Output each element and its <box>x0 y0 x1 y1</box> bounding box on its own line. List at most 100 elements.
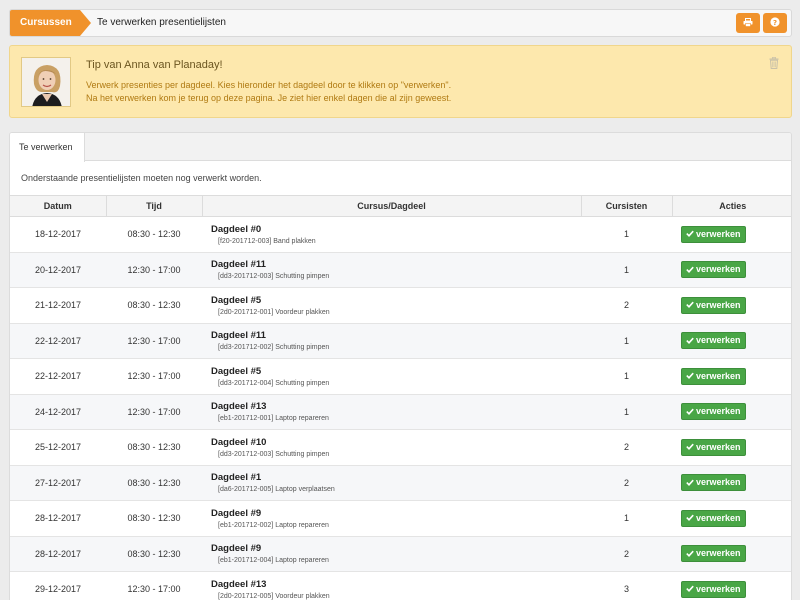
print-icon <box>743 17 753 27</box>
tab-te-verwerken[interactable]: Te verwerken <box>10 133 85 162</box>
cell-acties: verwerken <box>672 429 791 466</box>
cell-tijd: 12:30 - 17:00 <box>106 358 202 395</box>
verwerken-button[interactable]: verwerken <box>681 225 746 243</box>
cell-cursus-dagdeel: Dagdeel #11 [dd3-201712-003] Schutting pi… <box>202 252 581 288</box>
cell-datum: 29-12-2017 <box>10 571 106 600</box>
verwerken-button[interactable]: verwerken <box>681 261 746 279</box>
verwerken-button[interactable]: verwerken <box>681 438 746 456</box>
cell-tijd: 12:30 - 17:00 <box>106 571 202 600</box>
verwerken-button[interactable]: verwerken <box>681 367 746 385</box>
cell-cursisten: 3 <box>581 571 672 600</box>
column-header-cursus-dagdeel[interactable]: Cursus/Dagdeel <box>202 195 582 217</box>
tip-text-line-1: Verwerk presenties per dagdeel. Kies hie… <box>86 80 452 90</box>
avatar <box>21 57 71 107</box>
dagdeel-name: Dagdeel #5 <box>211 294 262 306</box>
presentielijsten-table: Datum Tijd Cursus/Dagdeel Cursisten Acti… <box>10 195 791 600</box>
course-code: [da6-201712-005] Laptop verplaatsen <box>218 486 335 494</box>
verwerken-button[interactable]: verwerken <box>681 545 746 563</box>
dagdeel-name: Dagdeel #9 <box>211 543 262 555</box>
svg-text:?: ? <box>773 19 777 27</box>
cell-tijd: 08:30 - 12:30 <box>106 216 202 253</box>
cell-cursisten: 2 <box>581 465 672 501</box>
cell-tijd: 12:30 - 17:00 <box>106 394 202 430</box>
verwerken-button[interactable]: verwerken <box>681 474 746 492</box>
cell-datum: 20-12-2017 <box>10 252 106 288</box>
tip-title: Tip van Anna van Planaday! <box>86 59 223 71</box>
cell-cursus-dagdeel: Dagdeel #11 [dd3-201712-002] Schutting pi… <box>202 323 581 359</box>
cell-acties: verwerken <box>672 323 791 359</box>
cell-cursus-dagdeel: Dagdeel #10 [dd3-201712-003] Schutting pi… <box>202 429 581 466</box>
cell-cursus-dagdeel: Dagdeel #13 [eb1-201712-001] Laptop repar… <box>202 394 581 430</box>
course-code: [dd3-201712-003] Schutting pimpen <box>218 450 330 458</box>
column-header-datum[interactable]: Datum <box>10 195 107 217</box>
verwerken-label: verwerken <box>696 406 741 417</box>
verwerken-label: verwerken <box>696 583 741 594</box>
verwerken-label: verwerken <box>696 335 741 346</box>
cell-acties: verwerken <box>672 287 791 324</box>
table-row: 29-12-2017 12:30 - 17:00 Dagdeel #13 [2d0-2… <box>10 571 791 600</box>
cell-datum: 25-12-2017 <box>10 429 106 466</box>
course-code: [2d0-201712-001] Voordeur plakken <box>218 308 330 316</box>
print-button[interactable] <box>736 13 760 33</box>
course-code: [f20-201712-003] Band plakken <box>218 237 316 245</box>
cell-cursus-dagdeel: Dagdeel #13 [2d0-201712-005] Voordeur pla… <box>202 571 581 600</box>
dagdeel-name: Dagdeel #10 <box>211 436 267 448</box>
cell-datum: 24-12-2017 <box>10 394 106 430</box>
check-icon <box>686 586 694 593</box>
column-header-tijd[interactable]: Tijd <box>106 195 203 217</box>
table-header-row: Datum Tijd Cursus/Dagdeel Cursisten Acti… <box>10 195 791 217</box>
verwerken-label: verwerken <box>696 228 741 239</box>
verwerken-button[interactable]: verwerken <box>681 580 746 598</box>
cell-acties: verwerken <box>672 571 791 600</box>
cell-tijd: 08:30 - 12:30 <box>106 429 202 466</box>
breadcrumb-cursussen[interactable]: Cursussen <box>10 10 91 36</box>
column-header-cursisten[interactable]: Cursisten <box>581 195 673 217</box>
help-button[interactable]: ? <box>763 13 787 33</box>
verwerken-button[interactable]: verwerken <box>681 296 746 314</box>
intro-text: Onderstaande presentielijsten moeten nog… <box>21 173 262 183</box>
cell-datum: 18-12-2017 <box>10 216 106 253</box>
dismiss-tip-button[interactable] <box>769 56 779 72</box>
cell-datum: 21-12-2017 <box>10 287 106 324</box>
tip-box: Tip van Anna van Planaday! Verwerk prese… <box>9 45 792 118</box>
cell-cursisten: 2 <box>581 429 672 466</box>
cell-datum: 27-12-2017 <box>10 465 106 501</box>
table-row: 28-12-2017 08:30 - 12:30 Dagdeel #9 [eb1-20… <box>10 536 791 572</box>
tip-text-line-2: Na het verwerken kom je terug op deze pa… <box>86 93 452 103</box>
column-header-acties: Acties <box>672 195 791 217</box>
table-row: 21-12-2017 08:30 - 12:30 Dagdeel #5 [2d0-20… <box>10 287 791 324</box>
cell-datum: 28-12-2017 <box>10 500 106 537</box>
cell-datum: 22-12-2017 <box>10 358 106 395</box>
dagdeel-name: Dagdeel #11 <box>211 330 266 342</box>
verwerken-label: verwerken <box>696 264 741 275</box>
tab-bar: Te verwerken <box>10 133 791 162</box>
cell-cursus-dagdeel: Dagdeel #1 [da6-201712-005] Laptop verpla… <box>202 465 581 501</box>
cell-cursisten: 1 <box>581 216 672 253</box>
cell-cursus-dagdeel: Dagdeel #9 [eb1-201712-002] Laptop repare… <box>202 500 581 537</box>
table-row: 22-12-2017 12:30 - 17:00 Dagdeel #11 [dd3-2… <box>10 323 791 359</box>
check-icon <box>686 479 694 486</box>
cell-cursisten: 2 <box>581 287 672 324</box>
verwerken-label: verwerken <box>696 512 741 523</box>
table-row: 28-12-2017 08:30 - 12:30 Dagdeel #9 [eb1-20… <box>10 500 791 537</box>
verwerken-button[interactable]: verwerken <box>681 332 746 350</box>
table-row: 27-12-2017 08:30 - 12:30 Dagdeel #1 [da6-20… <box>10 465 791 501</box>
cell-tijd: 08:30 - 12:30 <box>106 536 202 572</box>
cell-cursus-dagdeel: Dagdeel #5 [dd3-201712-004] Schutting pim… <box>202 358 581 395</box>
verwerken-label: verwerken <box>696 299 741 310</box>
check-icon <box>686 515 694 522</box>
dagdeel-name: Dagdeel #0 <box>211 223 262 235</box>
cell-acties: verwerken <box>672 216 791 253</box>
cell-datum: 28-12-2017 <box>10 536 106 572</box>
cell-tijd: 12:30 - 17:00 <box>106 323 202 359</box>
cell-cursisten: 2 <box>581 536 672 572</box>
check-icon <box>686 408 694 415</box>
page-header: Cursussen Te verwerken presentielijsten … <box>9 9 792 37</box>
verwerken-button[interactable]: verwerken <box>681 403 746 421</box>
verwerken-button[interactable]: verwerken <box>681 509 746 527</box>
cell-cursisten: 1 <box>581 358 672 395</box>
dagdeel-name: Dagdeel #1 <box>211 472 262 484</box>
verwerken-label: verwerken <box>696 548 741 559</box>
table-row: 18-12-2017 08:30 - 12:30 Dagdeel #0 [f20-20… <box>10 216 791 253</box>
course-code: [dd3-201712-002] Schutting pimpen <box>218 344 330 352</box>
